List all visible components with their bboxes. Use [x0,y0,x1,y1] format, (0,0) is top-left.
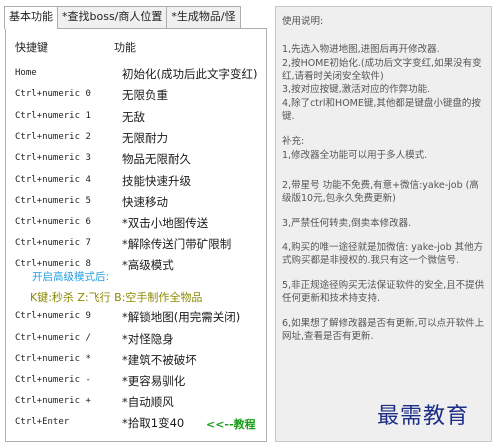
instructions-title: 使用说明: [282,16,324,27]
key-column-header: 快捷键 [15,41,48,54]
tutorial-link[interactable]: <<--教程 [206,416,256,432]
hotkey-row: Ctrl+Enter *拾取1变40 <<--教程 [6,414,266,434]
hotkey-key: Ctrl+numeric 8 [15,259,91,269]
hotkey-row: Ctrl+numeric + *自动顺风 [6,393,266,413]
tab-basic-functions[interactable]: 基本功能 [4,6,58,29]
hotkey-key: Ctrl+numeric + [15,396,91,406]
hotkey-function: 物品无限耐久 [122,152,191,166]
hotkey-function: *拾取1变40 [122,416,185,430]
supplement-item: 5,非正规途径购买无法保证软件的安全,且不提供任何更新和技术持支持. [282,280,485,304]
hotkey-row: Ctrl+numeric 5 快速移动 [6,193,266,213]
hotkey-function: *解除传送门带矿限制 [122,237,232,251]
supplement-item: 3,严禁任何转卖,倒卖本修改器. [282,218,412,229]
hotkey-key: Ctrl+numeric 1 [15,111,91,121]
advanced-mode-keys: K键:秒杀 Z:飞行 B:空手制作全物品 [30,291,203,304]
hotkey-function: 技能快速升级 [122,174,191,188]
hotkey-function: *对怪隐身 [122,332,174,346]
hotkey-key: Ctrl+numeric 0 [15,89,91,99]
hotkey-function: 无敌 [122,110,145,124]
hotkey-key: Ctrl+numeric 2 [15,132,91,142]
hotkey-key: Ctrl+numeric * [15,354,91,364]
hotkey-row: Ctrl+numeric 2 无限耐力 [6,129,266,149]
hotkey-row: Ctrl+numeric 4 技能快速升级 [6,172,266,192]
hotkey-function: *建筑不被破坏 [122,353,197,367]
hotkey-key: Ctrl+numeric 5 [15,196,91,206]
hotkey-key: Ctrl+numeric 3 [15,153,91,163]
hotkey-key: Ctrl+Enter [15,417,70,427]
hotkey-function: 初始化(成功后此文字变红) [122,67,258,81]
hotkey-row: Ctrl+numeric 3 物品无限耐久 [6,150,266,170]
hotkey-key: Home [15,68,37,78]
hotkey-function: *更容易驯化 [122,374,186,388]
hotkey-key: Ctrl+numeric / [15,333,91,343]
tab-bar: 基本功能 *查找boss/商人位置 *生成物品/怪 [4,6,241,29]
hotkey-key: Ctrl+numeric 4 [15,175,91,185]
instructions-panel: 使用说明: 1,先选入物进地图,进图后再开修改器. 2,按HOME初始化.(成功… [275,6,492,442]
hotkey-row: Ctrl+numeric 6 *双击小地图传送 [6,214,266,234]
hotkey-key: Ctrl+numeric 6 [15,217,91,227]
hotkey-function: *高级模式 [122,258,174,272]
hotkey-function: *自动顺风 [122,395,174,409]
instruction-item: 2,按HOME初始化.(成功后文字变红,如果没有变红,请看时关闭安全软件) [282,58,482,82]
hotkey-key: Ctrl+numeric - [15,375,91,385]
hotkey-row: Ctrl+numeric / *对怪隐身 [6,330,266,350]
instruction-item: 4,除了ctrl和HOME键,其他都是键盘小键盘的按键. [282,98,481,122]
hotkey-function: 无限负重 [122,88,168,102]
function-column-header: 功能 [114,41,136,54]
supplement-item: 4,购买的唯一途径就是加微信: yake-job 其他方式购买都是非授权的.我只… [282,242,484,266]
hotkey-row: Ctrl+numeric 1 无敌 [6,108,266,128]
hotkey-row: Ctrl+numeric 0 无限负重 [6,86,266,106]
tab-spawn-items-monsters[interactable]: *生成物品/怪 [166,6,241,28]
instruction-item: 1,先选入物进地图,进图后再开修改器. [282,44,440,55]
hotkey-panel: 快捷键 功能 Home 初始化(成功后此文字变红) Ctrl+numeric 0… [5,28,267,442]
hotkey-row: Home 初始化(成功后此文字变红) [6,65,266,85]
supplement-title: 补充: [282,136,305,147]
hotkey-key: Ctrl+numeric 7 [15,238,91,248]
hotkey-row: Ctrl+numeric 7 *解除传送门带矿限制 [6,235,266,255]
hotkey-row: Ctrl+numeric - *更容易驯化 [6,372,266,392]
tab-find-boss-merchant[interactable]: *查找boss/商人位置 [57,6,168,28]
supplement-item: 1,修改器全功能可以用于多人模式. [282,150,428,161]
hotkey-row: Ctrl+numeric 9 *解锁地图(用完需关闭) [6,308,266,328]
hotkey-row: Ctrl+numeric * *建筑不被破坏 [6,351,266,371]
hotkey-function: *双击小地图传送 [122,216,209,230]
hotkey-function: 快速移动 [122,195,168,209]
watermark-logo: 最需教育 [377,404,470,429]
supplement-item: 6,如果想了解修改器是否有更新,可以点开软件上网址,查看是否有更新. [282,318,485,342]
hotkey-key: Ctrl+numeric 9 [15,311,91,321]
hotkey-function: 无限耐力 [122,131,168,145]
hotkey-function: *解锁地图(用完需关闭) [122,310,241,324]
supplement-item: 2,带星号 功能不免费,有意+微信:yake-job (高级版10元,包永久免费… [282,180,479,204]
instruction-item: 3,按对应按键,激活对应的作弊功能. [282,84,431,95]
advanced-mode-title: 开启高级模式后: [32,271,110,283]
